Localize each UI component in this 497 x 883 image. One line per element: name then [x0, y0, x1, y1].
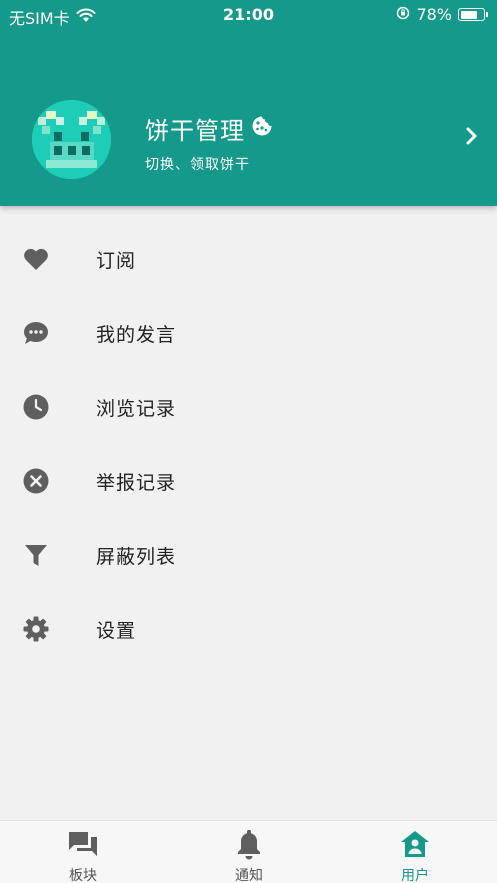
- profile-subtitle: 切换、领取饼干: [145, 157, 250, 173]
- menu-item-label: 设置: [96, 619, 137, 642]
- gear-icon: [22, 615, 50, 643]
- home-user-icon: [332, 830, 497, 858]
- forum-icon: [0, 830, 166, 858]
- tab-label: 用户: [401, 868, 429, 883]
- tab-label: 板块: [69, 868, 97, 883]
- bottom-tab-bar: 板块 通知 用户: [0, 820, 497, 883]
- cookie-icon: [251, 115, 273, 143]
- status-bar: 无SIM卡 21:00 78%: [0, 0, 497, 30]
- profile-name: 饼干管理: [145, 111, 273, 146]
- tab-notifications[interactable]: 通知: [166, 821, 332, 883]
- bell-icon: [166, 830, 332, 860]
- menu-item-label: 举报记录: [96, 471, 177, 494]
- tab-boards[interactable]: 板块: [0, 821, 166, 883]
- menu-item-blocklist[interactable]: 屏蔽列表: [0, 518, 497, 592]
- menu-item-label: 我的发言: [96, 323, 177, 346]
- chevron-right-icon[interactable]: [465, 126, 479, 150]
- clock-icon: [22, 393, 50, 421]
- orientation-lock-icon: [396, 5, 410, 24]
- menu-item-subscribe[interactable]: 订阅: [0, 222, 497, 296]
- menu-item-settings[interactable]: 设置: [0, 592, 497, 666]
- menu-item-reports[interactable]: 举报记录: [0, 444, 497, 518]
- menu-item-history[interactable]: 浏览记录: [0, 370, 497, 444]
- heart-icon: [22, 245, 50, 273]
- close-circle-icon: [22, 467, 50, 495]
- avatar[interactable]: [32, 100, 111, 179]
- filter-icon: [22, 541, 50, 569]
- tab-user[interactable]: 用户: [332, 821, 497, 883]
- battery-percent: 78%: [416, 5, 452, 24]
- menu-item-label: 浏览记录: [96, 397, 177, 420]
- profile-header[interactable]: 无SIM卡 21:00 78% 饼干管理 切换、领取饼干: [0, 0, 497, 206]
- user-menu: 订阅 我的发言 浏览记录 举报记录 屏蔽列表 设置: [0, 222, 497, 666]
- menu-item-label: 订阅: [96, 249, 137, 272]
- menu-item-label: 屏蔽列表: [96, 545, 177, 568]
- profile-name-text: 饼干管理: [145, 117, 245, 145]
- chat-bubble-icon: [22, 319, 50, 347]
- tab-label: 通知: [235, 868, 263, 883]
- menu-item-my-posts[interactable]: 我的发言: [0, 296, 497, 370]
- battery-icon: [458, 8, 488, 21]
